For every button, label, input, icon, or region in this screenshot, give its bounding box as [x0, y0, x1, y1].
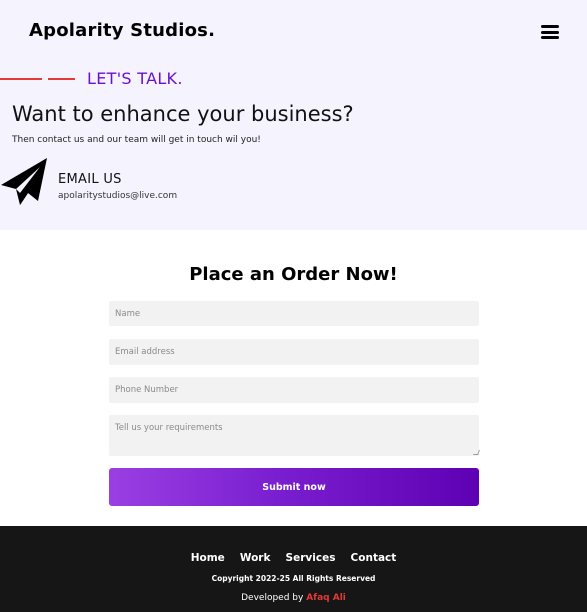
- hamburger-menu-icon[interactable]: [541, 25, 559, 39]
- email-address[interactable]: apolaritystudios@live.com: [58, 191, 177, 201]
- footer-nav: Home Work Services Contact: [0, 546, 587, 565]
- hero-section: Apolarity Studios. LET'S TALK. Want to e…: [0, 0, 587, 230]
- footer: Home Work Services Contact Copyright 202…: [0, 526, 587, 612]
- submit-button[interactable]: Submit now: [109, 468, 479, 506]
- footer-link-work[interactable]: Work: [240, 552, 271, 564]
- brand-logo-text[interactable]: Apolarity Studios.: [29, 20, 215, 41]
- kicker-text: LET'S TALK.: [87, 69, 183, 88]
- kicker-line-long: [0, 78, 42, 80]
- footer-link-home[interactable]: Home: [191, 552, 225, 564]
- hero-headline: Want to enhance your business?: [12, 102, 354, 126]
- requirements-textarea[interactable]: [109, 415, 479, 456]
- developed-by: Developed by Afaq Ali: [0, 593, 587, 603]
- name-input[interactable]: [109, 301, 479, 326]
- footer-link-contact[interactable]: Contact: [351, 552, 397, 564]
- phone-input[interactable]: [109, 377, 479, 403]
- footer-link-services[interactable]: Services: [286, 552, 336, 564]
- email-us-title: EMAIL US: [58, 172, 122, 187]
- copyright-text: Copyright 2022-25 All Rights Reserved: [211, 574, 376, 583]
- paper-plane-icon: [1, 158, 47, 205]
- hero-subline: Then contact us and our team will get in…: [12, 135, 261, 145]
- kicker-line-short: [48, 78, 75, 80]
- order-form-title: Place an Order Now!: [189, 264, 398, 285]
- developer-name-link[interactable]: Afaq Ali: [306, 593, 346, 603]
- lets-talk-kicker: LET'S TALK.: [0, 68, 300, 90]
- email-input[interactable]: [109, 339, 479, 365]
- developed-by-label: Developed by: [241, 593, 304, 603]
